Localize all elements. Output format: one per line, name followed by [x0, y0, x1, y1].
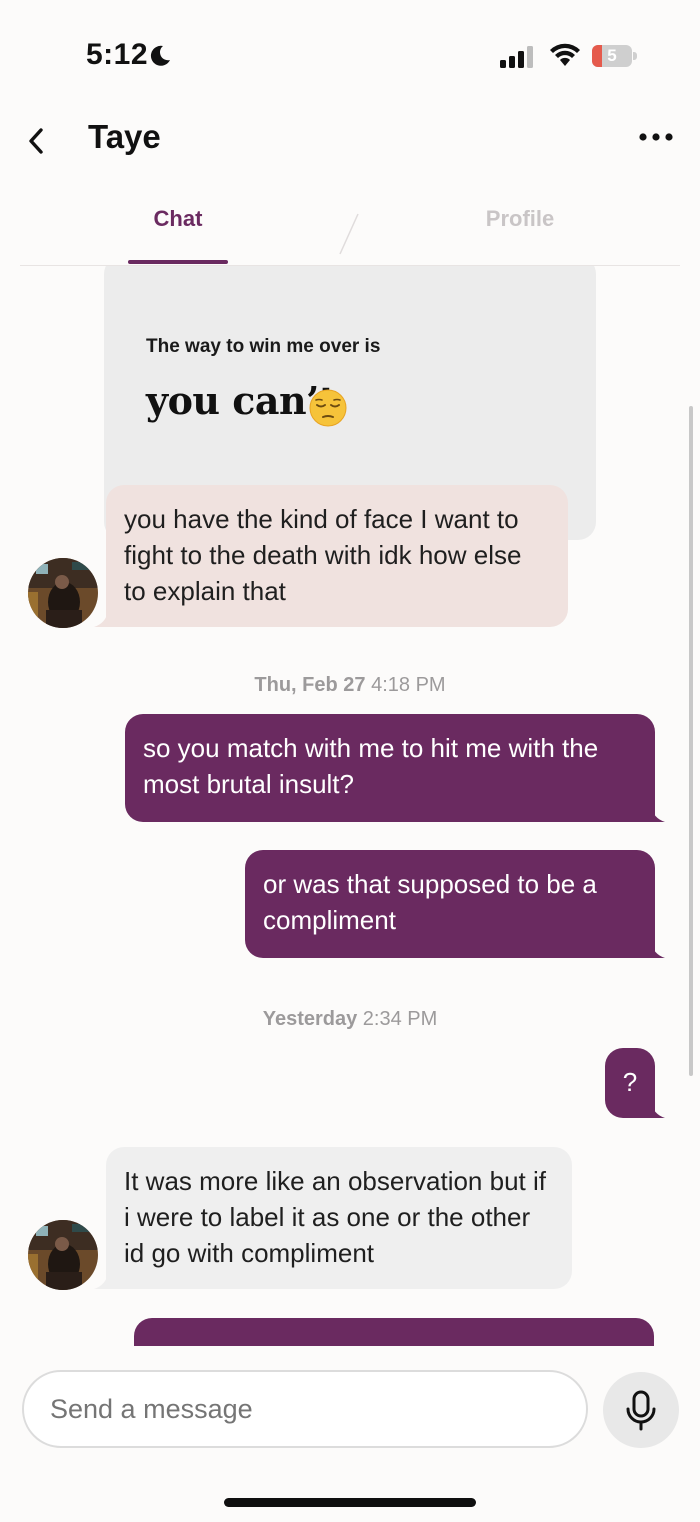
bubble-tail [94, 611, 112, 627]
tab-divider [339, 213, 359, 255]
message-outgoing[interactable] [134, 1318, 654, 1346]
battery-level: 5 [607, 46, 617, 65]
bubble-tail [645, 806, 665, 822]
message-incoming[interactable]: you have the kind of face I want to figh… [106, 485, 568, 627]
chat-thread[interactable]: The way to win me over is you can’t you … [0, 266, 700, 1346]
avatar[interactable] [28, 558, 98, 628]
bubble-tail [645, 1102, 665, 1118]
tab-active-indicator [128, 260, 228, 264]
timestamp: Yesterday 2:34 PM [0, 1008, 700, 1031]
wifi-icon [550, 43, 580, 66]
tab-chat[interactable]: Chat [128, 206, 228, 232]
timestamp-day: Thu, Feb 27 [254, 674, 366, 696]
timestamp-day: Yesterday [262, 1008, 358, 1030]
tab-profile[interactable]: Profile [470, 206, 570, 232]
message-outgoing[interactable]: or was that supposed to be a compliment [245, 850, 655, 958]
status-time: 5:12 [86, 38, 149, 71]
timestamp-time: 2:34 PM [362, 1008, 438, 1030]
timestamp: Thu, Feb 27 4:18 PM [0, 674, 700, 697]
avatar-image [28, 1220, 98, 1290]
home-indicator [224, 1498, 476, 1507]
message-outgoing[interactable]: so you match with me to hit me with the … [125, 714, 655, 822]
bubble-tail [645, 942, 665, 958]
mic-button[interactable] [603, 1372, 679, 1448]
message-input[interactable] [22, 1370, 588, 1448]
page-title: Taye [88, 118, 161, 155]
message-incoming[interactable]: It was more like an observation but if i… [106, 1147, 572, 1289]
moon-icon [150, 45, 170, 66]
chevron-left-icon[interactable] [22, 124, 52, 158]
signal-icon [500, 46, 533, 68]
prompt-question: The way to win me over is [146, 336, 381, 357]
avatar[interactable] [28, 1220, 98, 1290]
avatar-image [28, 558, 98, 628]
timestamp-time: 4:18 PM [371, 674, 446, 696]
more-icon[interactable] [636, 124, 676, 150]
bubble-tail [94, 1273, 112, 1289]
scrollbar[interactable] [689, 406, 693, 1076]
mic-icon [626, 1390, 656, 1431]
pensive-face-icon [309, 389, 347, 427]
battery-icon: 5 [592, 45, 638, 69]
